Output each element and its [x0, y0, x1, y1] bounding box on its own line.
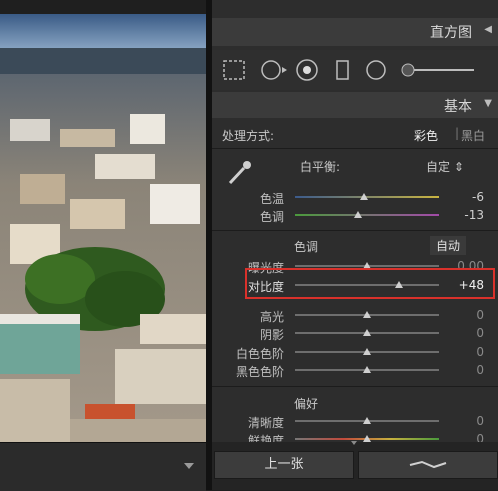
- temp-slider-thumb[interactable]: [360, 193, 369, 200]
- expand-arrow-icon[interactable]: ▼: [484, 98, 492, 109]
- shadows-value[interactable]: 0: [476, 326, 484, 340]
- clarity-value[interactable]: 0: [476, 414, 484, 428]
- whites-label: 白色色阶: [235, 347, 284, 361]
- scroll-arrow-icon[interactable]: [351, 441, 357, 445]
- temp-label: 色温: [259, 192, 284, 206]
- presence-label: 偏好: [294, 397, 319, 411]
- crop-grid-icon[interactable]: [223, 60, 245, 80]
- whites-row: 白色色阶 0: [212, 345, 498, 361]
- blacks-slider-thumb[interactable]: [363, 366, 371, 373]
- shadows-label: 阴影: [259, 328, 284, 342]
- vibrance-slider-thumb[interactable]: [363, 435, 371, 442]
- white-balance-select[interactable]: 自定 ⇕: [426, 158, 464, 175]
- city-photo: [0, 14, 206, 442]
- whites-slider-thumb[interactable]: [363, 348, 371, 355]
- highlights-row: 高光 0: [212, 308, 498, 324]
- blacks-value[interactable]: 0: [476, 363, 484, 377]
- temp-value[interactable]: -6: [472, 190, 484, 204]
- tint-row: 色调 -13: [212, 208, 498, 224]
- red-eye-icon[interactable]: [296, 59, 318, 81]
- vibrance-label: 鲜艳度: [247, 434, 284, 442]
- highlights-label: 高光: [259, 310, 284, 324]
- tint-label: 色调: [259, 210, 284, 224]
- histogram-title: 直方图: [430, 25, 472, 41]
- previous-button[interactable]: 上一张: [214, 451, 354, 479]
- vibrance-value[interactable]: 0: [476, 432, 484, 442]
- blacks-label: 黑色色阶: [235, 365, 284, 379]
- basic-title: 基本: [444, 99, 472, 115]
- process-row: 处理方式: 彩色 | 黑白: [212, 126, 498, 144]
- white-balance-row: 白平衡: 自定 ⇕: [212, 158, 498, 174]
- section-divider: [212, 386, 498, 387]
- graduated-filter-icon[interactable]: [336, 60, 349, 80]
- bw-option[interactable]: 黑白: [461, 127, 485, 144]
- reset-button[interactable]: [358, 451, 498, 479]
- spot-removal-icon[interactable]: [261, 60, 287, 80]
- whites-value[interactable]: 0: [476, 345, 484, 359]
- adjustment-brush-icon[interactable]: [401, 63, 474, 77]
- highlights-value[interactable]: 0: [476, 308, 484, 322]
- shadows-slider-thumb[interactable]: [363, 329, 371, 336]
- white-balance-label: 白平衡:: [300, 160, 341, 174]
- process-label: 处理方式:: [222, 129, 275, 143]
- dropdown-arrow-icon[interactable]: [184, 463, 194, 469]
- auto-button[interactable]: 自动: [430, 236, 467, 255]
- shadows-row: 阴影 0: [212, 326, 498, 342]
- option-divider: |: [455, 126, 460, 140]
- histogram-header[interactable]: 直方图 ◀: [212, 18, 498, 46]
- blacks-row: 黑色色阶 0: [212, 363, 498, 379]
- tint-track[interactable]: [295, 214, 439, 216]
- tone-label: 色调: [294, 240, 319, 254]
- tone-row: 色调 自动: [212, 236, 498, 255]
- collapse-arrow-icon[interactable]: ◀: [484, 24, 492, 35]
- photo-preview: [0, 14, 206, 442]
- tool-strip: [212, 50, 498, 90]
- clarity-row: 清晰度 0: [212, 414, 498, 430]
- radial-filter-icon[interactable]: [366, 60, 386, 80]
- contrast-highlight-box: [245, 268, 495, 299]
- clarity-label: 清晰度: [247, 416, 284, 430]
- section-divider: [212, 230, 498, 231]
- basic-header[interactable]: 基本 ▼: [212, 92, 498, 118]
- temp-row: 色温 -6: [212, 190, 498, 206]
- section-divider: [212, 148, 498, 149]
- color-option[interactable]: 彩色: [414, 127, 438, 144]
- tint-value[interactable]: -13: [464, 208, 484, 222]
- reset-icon: [409, 460, 447, 469]
- clarity-slider-thumb[interactable]: [363, 417, 371, 424]
- develop-panel: 直方图 ◀ 基本 ▼ 处理方式: 彩色 | 黑白 白平衡: 自定 ⇕ 色温 -6…: [212, 0, 498, 490]
- highlights-slider-thumb[interactable]: [363, 311, 371, 318]
- filmstrip-bar[interactable]: [0, 442, 206, 491]
- tint-slider-thumb[interactable]: [354, 211, 363, 218]
- presence-row: 偏好: [212, 395, 498, 411]
